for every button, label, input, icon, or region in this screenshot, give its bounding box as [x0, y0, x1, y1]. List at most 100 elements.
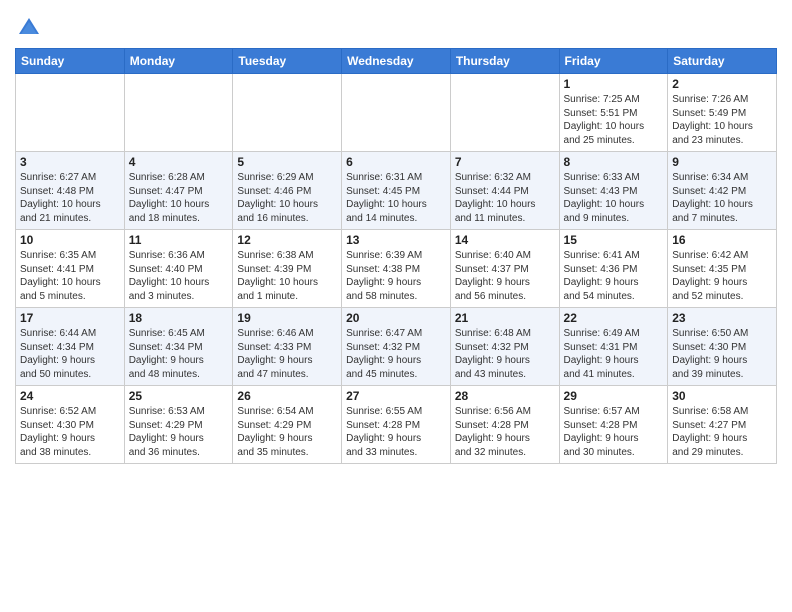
day-info: Sunrise: 6:34 AM Sunset: 4:42 PM Dayligh… — [672, 171, 772, 225]
calendar-week-row-0: 1 Sunrise: 7:25 AM Sunset: 5:51 PM Daylig… — [16, 74, 777, 152]
day-info: Sunrise: 6:50 AM Sunset: 4:30 PM Dayligh… — [672, 327, 772, 381]
weekday-header-wednesday: Wednesday — [342, 49, 451, 74]
day-number: 6 — [346, 155, 446, 169]
day-info: Sunrise: 6:55 AM Sunset: 4:28 PM Dayligh… — [346, 405, 446, 459]
day-info: Sunrise: 6:48 AM Sunset: 4:32 PM Dayligh… — [455, 327, 555, 381]
day-info: Sunrise: 6:41 AM Sunset: 4:36 PM Dayligh… — [564, 249, 664, 303]
day-number: 16 — [672, 233, 772, 247]
calendar-cell: 21Sunrise: 6:48 AM Sunset: 4:32 PM Dayli… — [450, 308, 559, 386]
calendar-cell: 23 Sunrise: 6:50 AM Sunset: 4:30 PM Dayli… — [668, 308, 777, 386]
calendar-cell: 11 Sunrise: 6:36 AM Sunset: 4:40 PM Dayli… — [124, 230, 233, 308]
page-container: SundayMondayTuesdayWednesdayThursdayFrid… — [0, 0, 792, 469]
day-number: 9 — [672, 155, 772, 169]
day-info: Sunrise: 6:49 AM Sunset: 4:31 PM Dayligh… — [564, 327, 664, 381]
calendar-cell: 22 Sunrise: 6:49 AM Sunset: 4:31 PM Dayli… — [559, 308, 668, 386]
day-info: Sunrise: 6:31 AM Sunset: 4:45 PM Dayligh… — [346, 171, 446, 225]
day-info: Sunrise: 6:40 AM Sunset: 4:37 PM Dayligh… — [455, 249, 555, 303]
day-number: 13 — [346, 233, 446, 247]
day-info: Sunrise: 6:33 AM Sunset: 4:43 PM Dayligh… — [564, 171, 664, 225]
calendar-cell — [450, 74, 559, 152]
day-number: 19 — [237, 311, 337, 325]
calendar-body: 1 Sunrise: 7:25 AM Sunset: 5:51 PM Daylig… — [16, 74, 777, 464]
weekday-header-saturday: Saturday — [668, 49, 777, 74]
calendar-cell: 27 Sunrise: 6:55 AM Sunset: 4:28 PM Dayli… — [342, 386, 451, 464]
calendar-week-row-1: 3 Sunrise: 6:27 AM Sunset: 4:48 PM Daylig… — [16, 152, 777, 230]
logo — [15, 14, 46, 42]
calendar-cell: 1 Sunrise: 7:25 AM Sunset: 5:51 PM Daylig… — [559, 74, 668, 152]
day-info: Sunrise: 6:52 AM Sunset: 4:30 PM Dayligh… — [20, 405, 120, 459]
day-info: Sunrise: 6:58 AM Sunset: 4:27 PM Dayligh… — [672, 405, 772, 459]
day-info: Sunrise: 6:54 AM Sunset: 4:29 PM Dayligh… — [237, 405, 337, 459]
day-number: 17 — [20, 311, 120, 325]
calendar-cell: 10Sunrise: 6:35 AM Sunset: 4:41 PM Dayli… — [16, 230, 125, 308]
calendar-cell: 2 Sunrise: 7:26 AM Sunset: 5:49 PM Daylig… — [668, 74, 777, 152]
logo-icon — [15, 14, 43, 42]
calendar-cell: 16 Sunrise: 6:42 AM Sunset: 4:35 PM Dayli… — [668, 230, 777, 308]
day-info: Sunrise: 6:39 AM Sunset: 4:38 PM Dayligh… — [346, 249, 446, 303]
calendar-table: SundayMondayTuesdayWednesdayThursdayFrid… — [15, 48, 777, 464]
calendar-week-row-2: 10Sunrise: 6:35 AM Sunset: 4:41 PM Dayli… — [16, 230, 777, 308]
calendar-cell: 8 Sunrise: 6:33 AM Sunset: 4:43 PM Daylig… — [559, 152, 668, 230]
day-number: 18 — [129, 311, 229, 325]
day-info: Sunrise: 6:32 AM Sunset: 4:44 PM Dayligh… — [455, 171, 555, 225]
day-number: 2 — [672, 77, 772, 91]
day-number: 4 — [129, 155, 229, 169]
calendar-cell: 28 Sunrise: 6:56 AM Sunset: 4:28 PM Dayli… — [450, 386, 559, 464]
day-info: Sunrise: 6:53 AM Sunset: 4:29 PM Dayligh… — [129, 405, 229, 459]
day-number: 11 — [129, 233, 229, 247]
calendar-cell: 4 Sunrise: 6:28 AM Sunset: 4:47 PM Daylig… — [124, 152, 233, 230]
calendar-week-row-3: 17 Sunrise: 6:44 AM Sunset: 4:34 PM Dayli… — [16, 308, 777, 386]
calendar-cell: 6 Sunrise: 6:31 AM Sunset: 4:45 PM Daylig… — [342, 152, 451, 230]
calendar-cell: 12 Sunrise: 6:38 AM Sunset: 4:39 PM Dayli… — [233, 230, 342, 308]
day-number: 8 — [564, 155, 664, 169]
calendar-cell: 19 Sunrise: 6:46 AM Sunset: 4:33 PM Dayli… — [233, 308, 342, 386]
calendar-week-row-4: 24 Sunrise: 6:52 AM Sunset: 4:30 PM Dayli… — [16, 386, 777, 464]
day-number: 20 — [346, 311, 446, 325]
day-info: Sunrise: 6:45 AM Sunset: 4:34 PM Dayligh… — [129, 327, 229, 381]
day-info: Sunrise: 6:56 AM Sunset: 4:28 PM Dayligh… — [455, 405, 555, 459]
day-info: Sunrise: 7:25 AM Sunset: 5:51 PM Dayligh… — [564, 93, 664, 147]
day-info: Sunrise: 6:28 AM Sunset: 4:47 PM Dayligh… — [129, 171, 229, 225]
calendar-cell: 29 Sunrise: 6:57 AM Sunset: 4:28 PM Dayli… — [559, 386, 668, 464]
day-info: Sunrise: 6:44 AM Sunset: 4:34 PM Dayligh… — [20, 327, 120, 381]
weekday-header-row: SundayMondayTuesdayWednesdayThursdayFrid… — [16, 49, 777, 74]
day-number: 22 — [564, 311, 664, 325]
calendar-cell: 14 Sunrise: 6:40 AM Sunset: 4:37 PM Dayli… — [450, 230, 559, 308]
calendar-cell — [124, 74, 233, 152]
day-info: Sunrise: 6:42 AM Sunset: 4:35 PM Dayligh… — [672, 249, 772, 303]
header-area — [15, 10, 777, 42]
calendar-cell — [16, 74, 125, 152]
day-info: Sunrise: 6:57 AM Sunset: 4:28 PM Dayligh… — [564, 405, 664, 459]
weekday-header-sunday: Sunday — [16, 49, 125, 74]
day-number: 12 — [237, 233, 337, 247]
day-info: Sunrise: 6:29 AM Sunset: 4:46 PM Dayligh… — [237, 171, 337, 225]
day-number: 29 — [564, 389, 664, 403]
day-number: 24 — [20, 389, 120, 403]
calendar-cell: 24 Sunrise: 6:52 AM Sunset: 4:30 PM Dayli… — [16, 386, 125, 464]
day-number: 23 — [672, 311, 772, 325]
day-number: 14 — [455, 233, 555, 247]
day-number: 7 — [455, 155, 555, 169]
day-info: Sunrise: 6:27 AM Sunset: 4:48 PM Dayligh… — [20, 171, 120, 225]
day-number: 25 — [129, 389, 229, 403]
day-number: 10 — [20, 233, 120, 247]
calendar-cell: 9 Sunrise: 6:34 AM Sunset: 4:42 PM Daylig… — [668, 152, 777, 230]
calendar-cell: 25 Sunrise: 6:53 AM Sunset: 4:29 PM Dayli… — [124, 386, 233, 464]
day-info: Sunrise: 6:38 AM Sunset: 4:39 PM Dayligh… — [237, 249, 337, 303]
calendar-cell: 15 Sunrise: 6:41 AM Sunset: 4:36 PM Dayli… — [559, 230, 668, 308]
day-number: 27 — [346, 389, 446, 403]
day-info: Sunrise: 7:26 AM Sunset: 5:49 PM Dayligh… — [672, 93, 772, 147]
weekday-header-monday: Monday — [124, 49, 233, 74]
calendar-cell: 13 Sunrise: 6:39 AM Sunset: 4:38 PM Dayli… — [342, 230, 451, 308]
day-number: 28 — [455, 389, 555, 403]
day-number: 26 — [237, 389, 337, 403]
day-number: 30 — [672, 389, 772, 403]
day-number: 1 — [564, 77, 664, 91]
weekday-header-tuesday: Tuesday — [233, 49, 342, 74]
day-number: 15 — [564, 233, 664, 247]
calendar-cell: 20Sunrise: 6:47 AM Sunset: 4:32 PM Dayli… — [342, 308, 451, 386]
day-number: 3 — [20, 155, 120, 169]
day-info: Sunrise: 6:46 AM Sunset: 4:33 PM Dayligh… — [237, 327, 337, 381]
calendar-cell: 7 Sunrise: 6:32 AM Sunset: 4:44 PM Daylig… — [450, 152, 559, 230]
day-info: Sunrise: 6:36 AM Sunset: 4:40 PM Dayligh… — [129, 249, 229, 303]
